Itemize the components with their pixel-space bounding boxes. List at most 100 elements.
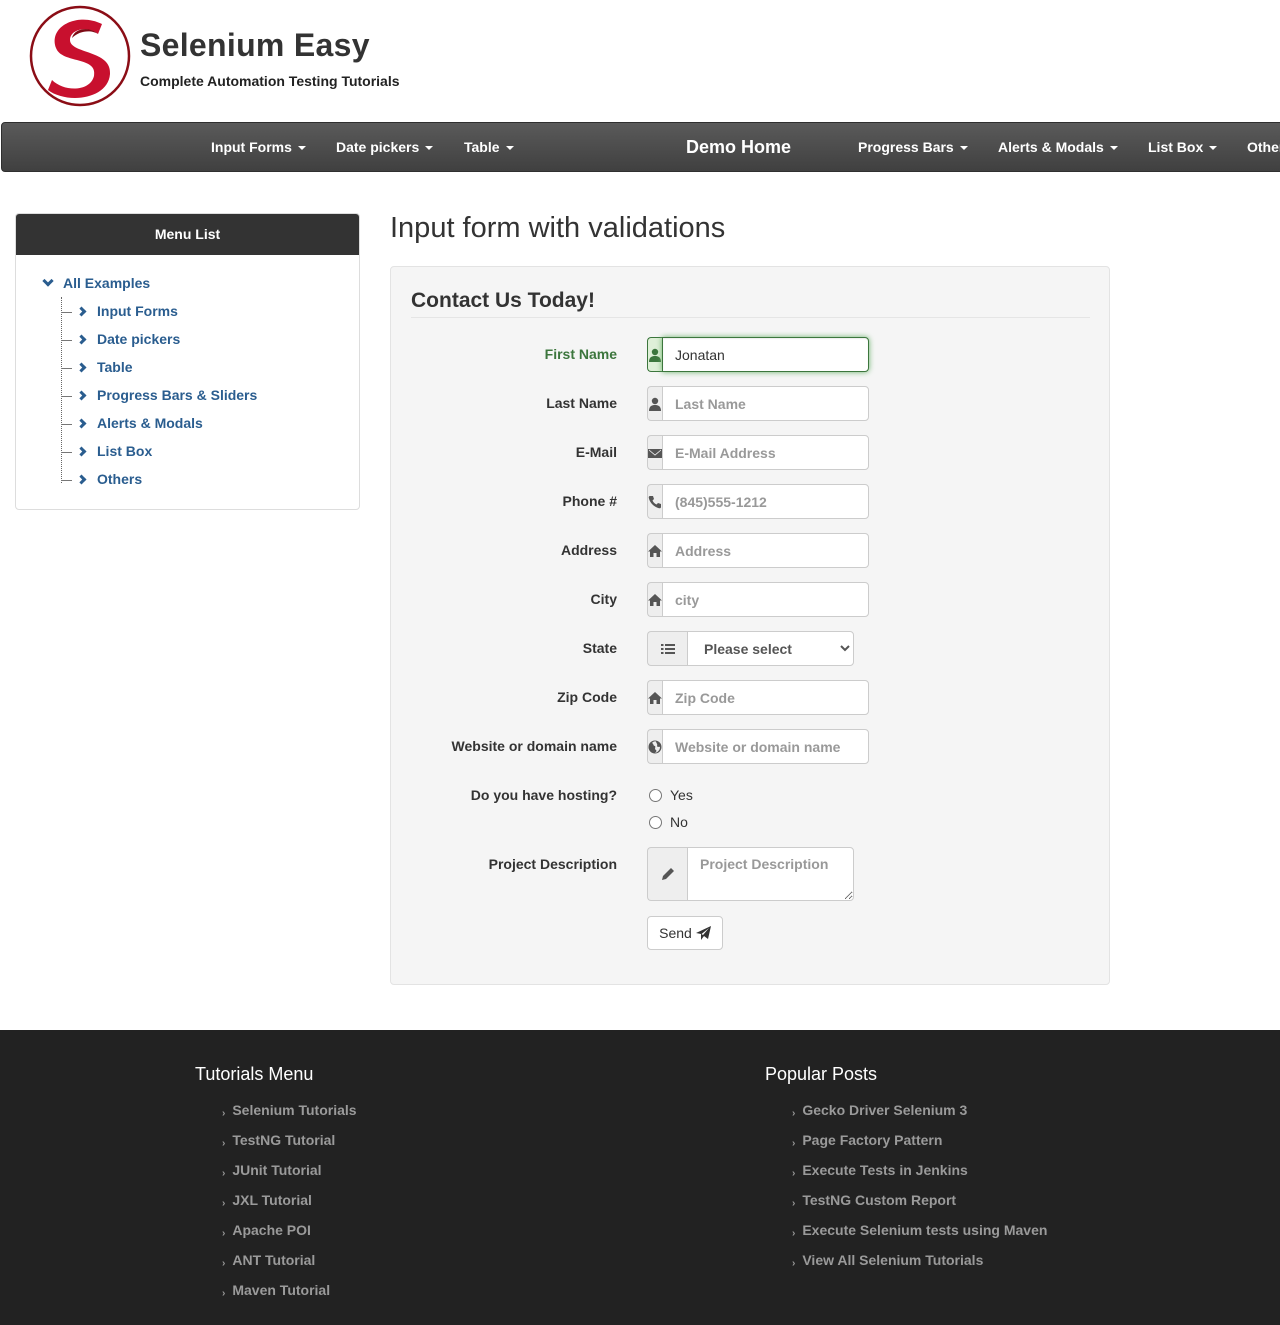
chevron-right-icon: › [222,1108,226,1119]
description-label: Project Description [488,856,617,872]
tree-item-label: Date pickers [97,331,181,347]
first-name-input[interactable] [662,337,869,372]
first-name-group [647,337,869,372]
hosting-yes-radio[interactable] [649,788,662,802]
footer-link-label: Apache POI [232,1222,311,1238]
hosting-no-label: No [670,814,688,830]
caret-down-icon [297,146,306,151]
phone-input[interactable] [662,484,869,519]
footer-link-junit-tutorial[interactable]: › JUnit Tutorial [222,1162,322,1179]
chevron-right-icon: › [792,1228,796,1239]
footer-link-apache-poi[interactable]: › Apache POI [222,1222,311,1239]
chevron-right-icon [76,446,87,457]
footer-link-label: TestNG Tutorial [232,1132,336,1148]
contact-form: Contact Us Today! First Name Last Name E… [390,266,1110,985]
zip-input[interactable] [662,680,869,715]
description-textarea[interactable] [687,847,854,901]
brand-title: Selenium Easy [140,27,370,63]
city-input[interactable] [662,582,869,617]
footer-link-maven-tutorial[interactable]: › Maven Tutorial [222,1282,331,1299]
footer-link-label: Selenium Tutorials [232,1102,357,1118]
hosting-label: Do you have hosting? [470,787,617,803]
footer-link-testng-report[interactable]: › TestNG Custom Report [792,1192,956,1209]
address-input[interactable] [662,533,869,568]
nav-table[interactable]: Table [464,123,514,171]
tree-item-others[interactable]: Others [61,471,142,491]
chevron-right-icon [76,418,87,429]
phone-label: Phone # [562,493,617,509]
hosting-yes-label: Yes [670,787,693,803]
nav-date-pickers-label: Date pickers [336,139,420,155]
send-button[interactable]: Send [647,916,723,950]
hosting-no-radio[interactable] [649,815,662,829]
website-input[interactable] [662,729,869,764]
selenium-easy-logo[interactable] [28,4,132,108]
footer-link-label: ANT Tutorial [232,1252,316,1268]
footer-link-ant-tutorial[interactable]: › ANT Tutorial [222,1252,316,1269]
nav-others-label: Others [1247,139,1280,155]
tree-branch [61,339,72,341]
footer-link-maven-tests[interactable]: › Execute Selenium tests using Maven [792,1222,1048,1239]
footer-link-page-factory[interactable]: › Page Factory Pattern [792,1132,943,1149]
state-select[interactable]: Please select [687,631,854,666]
send-plane-icon [695,925,711,940]
phone-icon [647,484,662,519]
chevron-right-icon [76,362,87,373]
nav-table-label: Table [464,139,500,155]
tree-root-all-examples[interactable]: All Examples [42,275,151,291]
tree-item-label: Alerts & Modals [97,415,203,431]
envelope-icon [647,435,662,470]
footer-link-testng-tutorial[interactable]: › TestNG Tutorial [222,1132,336,1149]
footer-link-label: Maven Tutorial [232,1282,331,1298]
first-name-label: First Name [544,346,617,362]
chevron-right-icon: › [792,1138,796,1149]
tree-branch [61,311,72,313]
nav-list-box-label: List Box [1148,139,1204,155]
footer-link-jxl-tutorial[interactable]: › JXL Tutorial [222,1192,312,1209]
nav-date-pickers[interactable]: Date pickers [336,123,434,171]
chevron-right-icon: › [222,1288,226,1299]
footer-link-label: Execute Selenium tests using Maven [802,1222,1048,1238]
nav-list-box[interactable]: List Box [1148,123,1218,171]
nav-progress-bars[interactable]: Progress Bars [858,123,968,171]
nav-input-forms[interactable]: Input Forms [211,123,306,171]
chevron-down-icon [42,275,54,287]
caret-down-icon [959,146,968,151]
chevron-right-icon: › [792,1168,796,1179]
tree-item-list-box[interactable]: List Box [61,443,152,463]
chevron-right-icon [76,390,87,401]
caret-down-icon [505,146,514,151]
footer-link-label: Page Factory Pattern [802,1132,943,1148]
tree-item-input-forms[interactable]: Input Forms [61,303,178,323]
hosting-no-option[interactable]: No [649,814,688,830]
nav-others[interactable]: Others [1247,123,1280,171]
caret-down-icon [425,146,434,151]
tree-item-alerts-modals[interactable]: Alerts & Modals [61,415,203,435]
chevron-right-icon [76,334,87,345]
footer-link-view-all[interactable]: › View All Selenium Tutorials [792,1252,984,1269]
last-name-input[interactable] [662,386,869,421]
footer-link-label: View All Selenium Tutorials [802,1252,984,1268]
menu-list-heading: Menu List [16,214,359,255]
footer-link-gecko-driver[interactable]: › Gecko Driver Selenium 3 [792,1102,967,1119]
tree-item-date-pickers[interactable]: Date pickers [61,331,180,351]
email-input[interactable] [662,435,869,470]
form-legend: Contact Us Today! [411,289,1090,318]
hosting-yes-option[interactable]: Yes [649,787,693,803]
footer-link-jenkins[interactable]: › Execute Tests in Jenkins [792,1162,968,1179]
tree-item-progress-bars[interactable]: Progress Bars & Sliders [61,387,257,407]
tree-item-label: Input Forms [97,303,178,319]
footer-tutorials-title: Tutorials Menu [195,1064,314,1084]
zip-group [647,680,869,715]
nav-demo-home[interactable]: Demo Home [686,123,791,171]
phone-group [647,484,869,519]
nav-input-forms-label: Input Forms [211,139,292,155]
tree-item-table[interactable]: Table [61,359,133,379]
website-group [647,729,869,764]
city-group [647,582,869,617]
nav-alerts-modals[interactable]: Alerts & Modals [998,123,1118,171]
zip-label: Zip Code [557,689,617,705]
chevron-right-icon: › [222,1198,226,1209]
footer-link-selenium-tutorials[interactable]: › Selenium Tutorials [222,1102,357,1119]
tree-root-label: All Examples [63,275,151,291]
